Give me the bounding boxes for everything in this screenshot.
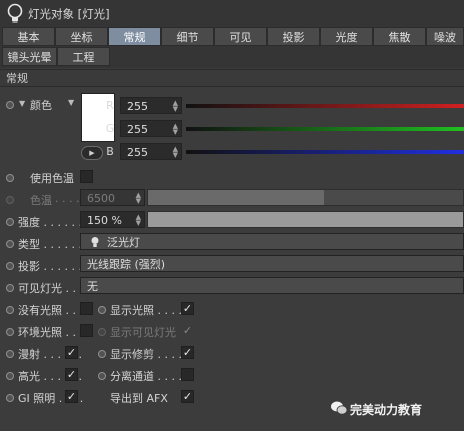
diffuse-keyframe-dot[interactable] bbox=[6, 350, 14, 358]
intensity-keyframe-dot[interactable] bbox=[6, 218, 14, 226]
tab-visibility[interactable]: 可见 bbox=[214, 27, 267, 46]
temperature-value-field: 6500 ▲ ▼ bbox=[80, 189, 145, 206]
title-bar: 灯光对象 [灯光] bbox=[0, 0, 464, 26]
green-spinner-icon[interactable]: ▲ ▼ bbox=[173, 123, 178, 136]
intensity-label: 强度 . . . . . . bbox=[18, 216, 82, 229]
blue-channel-slider[interactable] bbox=[186, 150, 464, 154]
separate-pass-label: 分离通道 . . . . bbox=[110, 370, 182, 383]
tab-noise[interactable]: 噪波 bbox=[426, 27, 464, 46]
show-clipping-label: 显示修剪 . . . . bbox=[110, 348, 182, 361]
blue-value-text: 255 bbox=[127, 146, 148, 159]
gi-illumination-keyframe-dot[interactable] bbox=[6, 394, 14, 402]
no-illumination-keyframe-dot[interactable] bbox=[6, 306, 14, 314]
ambient-label: 环境光照 . . bbox=[18, 326, 76, 339]
omni-light-icon bbox=[91, 237, 99, 247]
tab-basic[interactable]: 基本 bbox=[2, 27, 55, 46]
specular-checkbox[interactable]: ✓ bbox=[65, 368, 78, 381]
green-value-field[interactable]: 255 ▲ ▼ bbox=[120, 120, 182, 137]
tab-details[interactable]: 细节 bbox=[161, 27, 214, 46]
ambient-keyframe-dot[interactable] bbox=[6, 328, 14, 336]
light-bulb-icon bbox=[7, 3, 23, 23]
blue-value-field[interactable]: 255 ▲ ▼ bbox=[120, 143, 182, 160]
tab-coordinates[interactable]: 坐标 bbox=[55, 27, 108, 46]
no-illumination-label: 没有光照 . . bbox=[18, 304, 76, 317]
wechat-icon bbox=[331, 401, 348, 415]
type-label: 类型 . . . . . . bbox=[18, 238, 82, 251]
show-illumination-label: 显示光照 . . . . bbox=[110, 304, 182, 317]
temperature-slider bbox=[147, 189, 464, 206]
show-visible-light-label: 显示可见灯光 bbox=[110, 326, 176, 339]
intensity-value-field[interactable]: 150 % ▲ ▼ bbox=[80, 211, 145, 228]
diffuse-checkbox[interactable]: ✓ bbox=[65, 346, 78, 359]
green-value-text: 255 bbox=[127, 123, 148, 136]
window-title: 灯光对象 [灯光] bbox=[28, 7, 110, 21]
show-illumination-keyframe-dot[interactable] bbox=[98, 306, 106, 314]
visible-light-dropdown[interactable]: 无 bbox=[80, 277, 464, 294]
show-clipping-checkbox[interactable]: ✓ bbox=[181, 346, 194, 359]
shadow-dropdown[interactable]: 光线跟踪 (强烈) bbox=[80, 255, 464, 272]
blue-channel-label: B bbox=[106, 145, 114, 158]
red-value-field[interactable]: 255 ▲ ▼ bbox=[120, 97, 182, 114]
temperature-dots: . . . . . bbox=[48, 192, 80, 205]
intensity-value-text: 150 % bbox=[87, 214, 122, 227]
show-visible-light-keyframe-dot bbox=[98, 328, 106, 336]
type-value-text: 泛光灯 bbox=[107, 236, 140, 249]
tab-project[interactable]: 工程 bbox=[57, 47, 110, 66]
red-value-text: 255 bbox=[127, 100, 148, 113]
shadow-keyframe-dot[interactable] bbox=[6, 262, 14, 270]
use-temperature-label: 使用色温 bbox=[30, 172, 74, 185]
temperature-value-text: 6500 bbox=[87, 192, 115, 205]
ambient-checkbox[interactable] bbox=[80, 324, 93, 337]
tab-caustics[interactable]: 焦散 bbox=[373, 27, 426, 46]
shadow-label: 投影 . . . . . . bbox=[18, 260, 82, 273]
specular-keyframe-dot[interactable] bbox=[6, 372, 14, 380]
show-illumination-checkbox[interactable]: ✓ bbox=[181, 302, 194, 315]
color-keyframe-dot[interactable] bbox=[6, 101, 14, 109]
separate-pass-keyframe-dot[interactable] bbox=[98, 372, 106, 380]
section-header: 常规 bbox=[0, 69, 464, 87]
temperature-keyframe-dot bbox=[6, 196, 14, 204]
tab-lens-flare[interactable]: 镜头光晕 bbox=[2, 47, 57, 66]
tab-photometric[interactable]: 光度 bbox=[320, 27, 373, 46]
green-channel-label: G bbox=[105, 122, 115, 135]
intensity-spinner-icon[interactable]: ▲ ▼ bbox=[136, 214, 141, 227]
type-dropdown[interactable]: 泛光灯 bbox=[80, 233, 464, 250]
gi-illumination-checkbox[interactable]: ✓ bbox=[65, 390, 78, 403]
tab-general[interactable]: 常规 bbox=[108, 27, 161, 46]
visible-light-value-text: 无 bbox=[87, 280, 98, 293]
no-illumination-checkbox[interactable] bbox=[80, 302, 93, 315]
green-channel-slider[interactable] bbox=[186, 127, 464, 131]
tab-bar: 基本 坐标 常规 细节 可见 投影 光度 焦散 噪波 镜头光晕 工程 bbox=[0, 26, 464, 68]
color-picker-button[interactable]: ▶ bbox=[81, 146, 103, 160]
temperature-slider-fill bbox=[148, 190, 325, 205]
watermark-text: 完美动力教育 bbox=[350, 403, 423, 417]
temperature-spinner-icon: ▲ ▼ bbox=[135, 191, 141, 205]
use-temperature-keyframe-dot[interactable] bbox=[6, 174, 14, 182]
blue-spinner-icon[interactable]: ▲ ▼ bbox=[173, 146, 178, 159]
color-label: 颜色 bbox=[30, 99, 52, 112]
expand-arrow-icon[interactable]: ▼ bbox=[19, 99, 25, 108]
show-visible-light-checkbox: ✓ bbox=[182, 324, 193, 337]
shadow-value-text: 光线跟踪 (强烈) bbox=[87, 258, 166, 271]
show-clipping-keyframe-dot[interactable] bbox=[98, 350, 106, 358]
intensity-slider-fill bbox=[148, 212, 463, 227]
color-menu-arrow-icon[interactable]: ▼ bbox=[68, 98, 74, 107]
intensity-slider[interactable] bbox=[147, 211, 464, 228]
separate-pass-checkbox[interactable] bbox=[181, 368, 194, 381]
red-channel-slider[interactable] bbox=[186, 104, 464, 108]
type-keyframe-dot[interactable] bbox=[6, 240, 14, 248]
export-afx-label: 导出到 AFX bbox=[110, 392, 168, 405]
export-afx-checkbox[interactable]: ✓ bbox=[181, 390, 194, 403]
tab-shadow[interactable]: 投影 bbox=[267, 27, 320, 46]
red-spinner-icon[interactable]: ▲ ▼ bbox=[173, 100, 178, 113]
visible-light-label: 可见灯光 . . . bbox=[18, 282, 83, 295]
visible-light-keyframe-dot[interactable] bbox=[6, 284, 14, 292]
red-channel-label: R bbox=[106, 99, 114, 112]
use-temperature-checkbox[interactable] bbox=[80, 170, 93, 183]
